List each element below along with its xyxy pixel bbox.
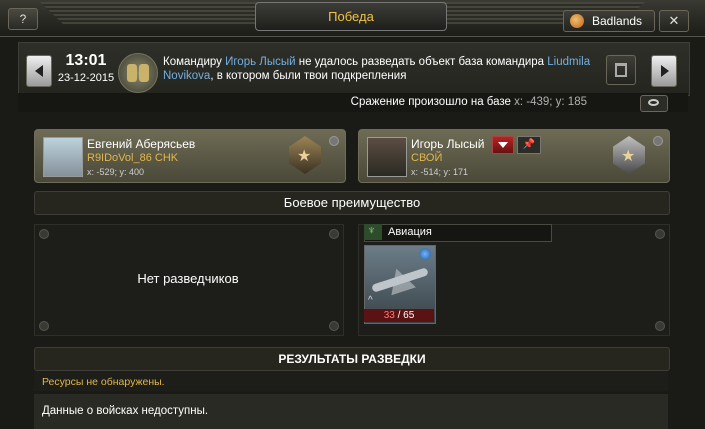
globe-icon: [570, 14, 584, 28]
next-message-button[interactable]: [651, 55, 677, 87]
attacker-avatar[interactable]: [43, 137, 83, 177]
view-location-button[interactable]: [640, 95, 668, 112]
defender-avatar[interactable]: [367, 137, 407, 177]
rank-chevron-icon: ^: [368, 295, 373, 306]
message-prefix: Командиру: [163, 56, 226, 68]
scouting-results-header: РЕЗУЛЬТАТЫ РАЗВЕДКИ: [34, 347, 670, 371]
options-dropdown-button[interactable]: [492, 136, 514, 154]
rank-badge-icon: ★: [607, 132, 651, 180]
chevron-down-icon: [498, 142, 508, 148]
combat-advantage-header: Боевое преимущество: [34, 191, 670, 215]
arrow-right-icon: [661, 65, 669, 77]
prev-message-button[interactable]: [26, 55, 52, 87]
status-dot: [653, 136, 663, 146]
aviation-icon: ♆: [364, 223, 382, 240]
attacker-coords: x: -529; y: 400: [87, 167, 145, 177]
server-label: Badlands: [592, 14, 643, 28]
attacker-card: Евгений Аберясьев R9IDoVol_86 CHK x: -52…: [34, 129, 346, 183]
arrow-left-icon: [35, 65, 43, 77]
decor-wing-left: [40, 2, 270, 24]
aviation-title: Авиация: [388, 226, 432, 238]
unit-count-current: 33: [383, 310, 395, 321]
battle-location-label: Сражение произошло на базе: [350, 96, 511, 108]
delete-button[interactable]: [606, 55, 636, 85]
troops-text: Данные о войсках недоступны.: [42, 405, 209, 417]
binoculars-icon: [118, 53, 158, 93]
message-mid: не удалось разведать объект база команди…: [295, 56, 548, 68]
unit-count: 33 / 65: [364, 309, 434, 322]
defender-clan[interactable]: СВОЙ: [411, 152, 442, 164]
battle-coords: x: -439; y: 185: [514, 96, 587, 108]
message-date: 23-12-2015: [57, 72, 115, 84]
pin-button[interactable]: 📌: [517, 136, 541, 154]
pin-icon: 📌: [522, 139, 536, 150]
unit-globe-icon: [419, 248, 431, 260]
status-dot: [329, 136, 339, 146]
attacker-clan[interactable]: R9IDoVol_86 CHK: [87, 152, 178, 164]
message-suffix: , в котором были твои подкрепления: [210, 70, 407, 82]
commander-link[interactable]: Игорь Лысый: [225, 56, 295, 68]
message-time: 13:01: [65, 52, 107, 69]
trash-icon: [615, 63, 627, 77]
server-button[interactable]: Badlands: [563, 10, 655, 32]
defender-name[interactable]: Игорь Лысый: [411, 137, 485, 151]
help-button[interactable]: ?: [8, 8, 38, 30]
rank-badge-icon: ★: [283, 132, 327, 180]
no-scouts-text: Нет разведчиков: [137, 271, 239, 286]
window-title: Победа: [255, 2, 447, 31]
unit-count-separator: /: [394, 310, 404, 321]
defender-coords: x: -514; y: 171: [411, 167, 469, 177]
resources-text: Ресурсы не обнаружены.: [42, 376, 165, 388]
close-button[interactable]: ✕: [659, 10, 689, 32]
defender-card: Игорь Лысый СВОЙ x: -514; y: 171 📌 ★: [358, 129, 670, 183]
eye-icon: [648, 99, 659, 106]
battle-location: Сражение произошло на базе x: -439; y: 1…: [351, 96, 587, 108]
message-text: Командиру Игорь Лысый не удалось разведа…: [163, 55, 593, 83]
attacker-name[interactable]: Евгений Аберясьев: [87, 137, 195, 151]
unit-count-total: 65: [403, 310, 415, 321]
